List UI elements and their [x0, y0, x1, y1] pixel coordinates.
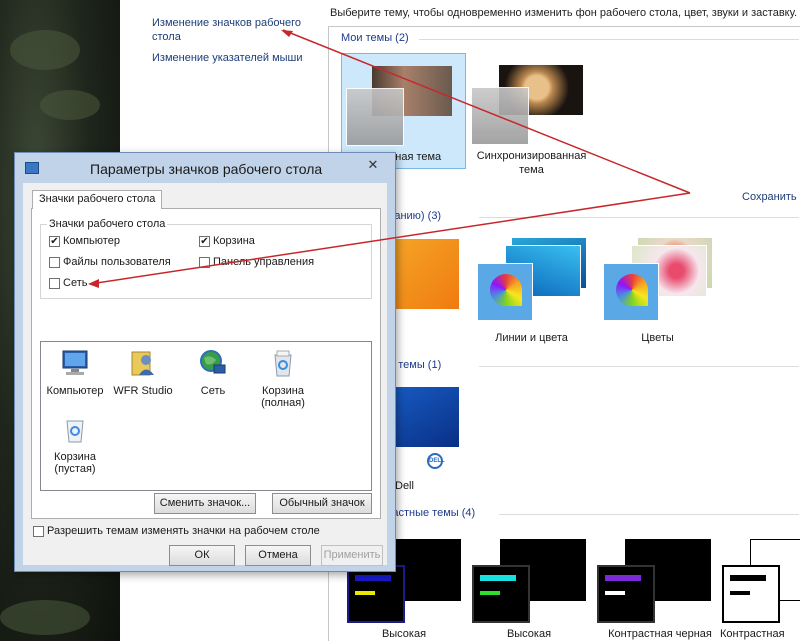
checkbox-label: Корзина: [213, 235, 255, 247]
checkbox-label: Компьютер: [63, 235, 120, 247]
icon-label: (пустая): [54, 463, 96, 475]
divider: [479, 217, 799, 218]
checkbox-label: Разрешить темам изменять значки на рабоч…: [47, 525, 320, 537]
theme-color-swatch: [347, 565, 405, 623]
theme-label: Контрастная черная: [608, 628, 712, 640]
theme-label: Линии и цвета: [495, 332, 568, 344]
group-legend: Значки рабочего стола: [47, 218, 168, 230]
theme-color-swatch: [471, 87, 529, 145]
checkbox-control-panel[interactable]: Панель управления: [199, 256, 314, 268]
theme-color-swatch: [477, 263, 533, 321]
theme-contrast-black[interactable]: Контрастная черная: [595, 539, 720, 641]
theme-color-swatch: [346, 88, 404, 146]
theme-color-swatch: [472, 565, 530, 623]
link-text[interactable]: стола: [152, 30, 301, 44]
icon-label: Компьютер: [46, 385, 104, 397]
icon-label: Корзина: [262, 385, 304, 397]
fern-leaf: [10, 30, 80, 70]
dialog-body: Значки рабочего стола Значки рабочего ст…: [23, 183, 387, 566]
checkbox-computer[interactable]: ✔ Компьютер: [49, 235, 120, 247]
theme-color-swatch: [722, 565, 780, 623]
icon-label: Сеть: [200, 385, 226, 397]
recycle-bin-empty-icon: [66, 420, 84, 443]
ok-button[interactable]: ОК: [169, 545, 235, 566]
icon-preview-list[interactable]: Компьютер WFR Studio Сеть Корзина (полна…: [40, 341, 372, 491]
theme-lines-colors[interactable]: Линии и цвета: [469, 237, 594, 349]
checkbox-box[interactable]: [199, 256, 210, 268]
icon-label: Корзина: [54, 451, 96, 463]
icon-item-recycle-empty[interactable]: Корзина (пустая): [45, 414, 105, 475]
checkbox-box[interactable]: ✔: [49, 235, 60, 247]
checkbox-user-files[interactable]: Файлы пользователя: [49, 256, 171, 268]
checkbox-box[interactable]: [33, 525, 44, 537]
theme-list[interactable]: Мои темы (2) ...ненная тема Синхронизиро…: [328, 26, 800, 641]
recycle-bin-full-icon: [274, 350, 292, 377]
dialog-title: Параметры значков рабочего стола: [90, 161, 323, 177]
icon-item-wfr-studio[interactable]: WFR Studio: [113, 348, 173, 397]
theme-hint: Выберите тему, чтобы одновременно измени…: [330, 7, 798, 19]
computer-icon: [62, 350, 88, 375]
theme-synced[interactable]: Синхронизированная тема: [469, 53, 594, 176]
icon-item-network[interactable]: Сеть: [183, 348, 243, 397]
theme-high-contrast-2[interactable]: Высокая: [470, 539, 595, 641]
theme-label-line: Синхронизированная: [476, 150, 587, 162]
checkbox-box[interactable]: ✔: [199, 235, 210, 247]
fern-leaf: [0, 600, 90, 635]
icon-label: (полная): [261, 397, 305, 409]
checkbox-box[interactable]: [49, 277, 60, 289]
desktop-icon-settings-dialog: Параметры значков рабочего стола ✕ Значк…: [14, 152, 396, 572]
theme-label: Цветы: [641, 332, 674, 344]
theme-label: Высокая: [381, 628, 427, 640]
theme-contrast-white[interactable]: Контрастная: [720, 539, 800, 641]
checkbox-label: Файлы пользователя: [63, 256, 171, 268]
theme-label: Синхронизированная тема: [469, 149, 594, 177]
checkbox-label: Сеть: [63, 277, 88, 289]
checkbox-box[interactable]: [49, 256, 60, 268]
change-desktop-icons-link[interactable]: Изменение значков рабочего стола: [152, 16, 301, 44]
theme-label: Контрастная: [720, 628, 785, 640]
divider: [479, 366, 799, 367]
checkbox-network[interactable]: Сеть: [49, 277, 87, 289]
user-folder-icon: [131, 351, 154, 376]
fern-leaf: [40, 90, 100, 120]
tab-page: Значки рабочего стола ✔ Компьютер ✔ Корз…: [31, 208, 381, 519]
icon-label: WFR Studio: [113, 385, 173, 397]
my-themes-title: Мои темы (2): [341, 32, 409, 44]
icon-item-recycle-full[interactable]: Корзина (полная): [253, 348, 313, 409]
theme-color-swatch: [597, 565, 655, 623]
icon-item-computer[interactable]: Компьютер: [45, 348, 105, 397]
dell-logo-icon: DELL: [427, 453, 445, 469]
window-icon: [25, 162, 39, 174]
color-wheel-icon: [616, 274, 648, 306]
theme-label-line: тема: [519, 164, 544, 176]
checkbox-label: Панель управления: [213, 256, 315, 268]
apply-button[interactable]: Применить: [321, 545, 383, 566]
network-globe-icon: [200, 350, 226, 374]
theme-label: Высокая: [506, 628, 552, 640]
divider: [419, 39, 799, 40]
change-mouse-pointers-link[interactable]: Изменение указателей мыши: [152, 51, 303, 65]
default-icon-button[interactable]: Обычный значок: [272, 493, 372, 514]
checkbox-recycle-bin[interactable]: ✔ Корзина: [199, 235, 255, 247]
cancel-button[interactable]: Отмена: [245, 545, 311, 566]
save-theme-link[interactable]: Сохранить т: [742, 191, 800, 203]
theme-flowers[interactable]: Цветы: [595, 237, 720, 349]
color-wheel-icon: [490, 274, 522, 306]
link-text[interactable]: Изменение значков рабочего: [152, 16, 301, 30]
checkbox-allow-themes[interactable]: Разрешить темам изменять значки на рабоч…: [33, 525, 320, 537]
close-icon[interactable]: ✕: [363, 157, 383, 173]
theme-color-swatch: [603, 263, 659, 321]
theme-label: Dell: [395, 480, 414, 492]
tab-desktop-icons[interactable]: Значки рабочего стола: [32, 190, 163, 209]
desktop-icons-group: Значки рабочего стола ✔ Компьютер ✔ Корз…: [40, 218, 372, 299]
change-icon-button[interactable]: Сменить значок...: [154, 493, 256, 514]
divider: [499, 514, 799, 515]
